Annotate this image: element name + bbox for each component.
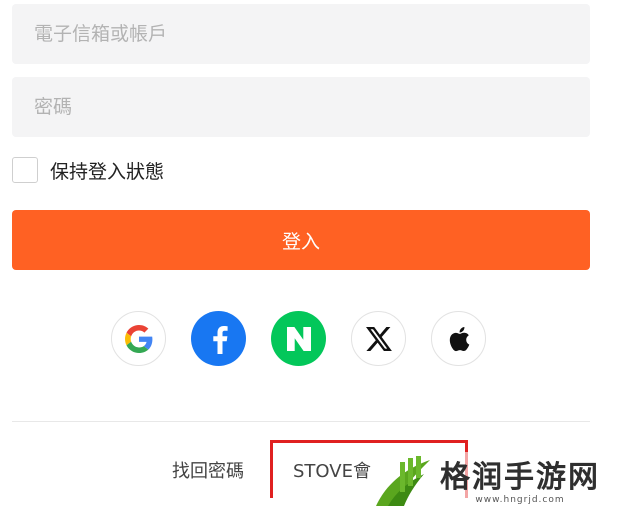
watermark-logo-icon [376, 456, 430, 506]
remember-login-row[interactable]: 保持登入狀態 [12, 154, 164, 186]
facebook-login-button[interactable] [191, 311, 246, 366]
apple-icon [449, 326, 469, 351]
social-login-row [111, 311, 486, 366]
google-icon [124, 324, 152, 353]
watermark-url: www.hngrjd.com [475, 495, 565, 505]
x-login-button[interactable] [351, 311, 406, 366]
facebook-icon [212, 325, 228, 354]
login-button[interactable]: 登入 [12, 210, 590, 270]
remember-label: 保持登入狀態 [50, 160, 165, 183]
footer-divider [12, 421, 590, 422]
stove-member-link[interactable]: STOVE會 [293, 457, 371, 483]
password-input[interactable] [12, 77, 590, 137]
find-password-link[interactable]: 找回密碼 [172, 457, 244, 483]
watermark-text: 格润手游网 www.hngrjd.com [440, 460, 600, 506]
email-or-account-input[interactable] [12, 4, 590, 64]
login-page: 保持登入狀態 登入 [0, 0, 619, 514]
naver-login-button[interactable] [271, 311, 326, 366]
remember-checkbox[interactable] [12, 157, 38, 183]
x-icon [365, 326, 392, 351]
naver-icon [286, 326, 311, 351]
watermark: 格润手游网 www.hngrjd.com [372, 452, 619, 514]
google-login-button[interactable] [111, 311, 166, 366]
apple-login-button[interactable] [431, 311, 486, 366]
watermark-title: 格润手游网 [440, 460, 600, 495]
